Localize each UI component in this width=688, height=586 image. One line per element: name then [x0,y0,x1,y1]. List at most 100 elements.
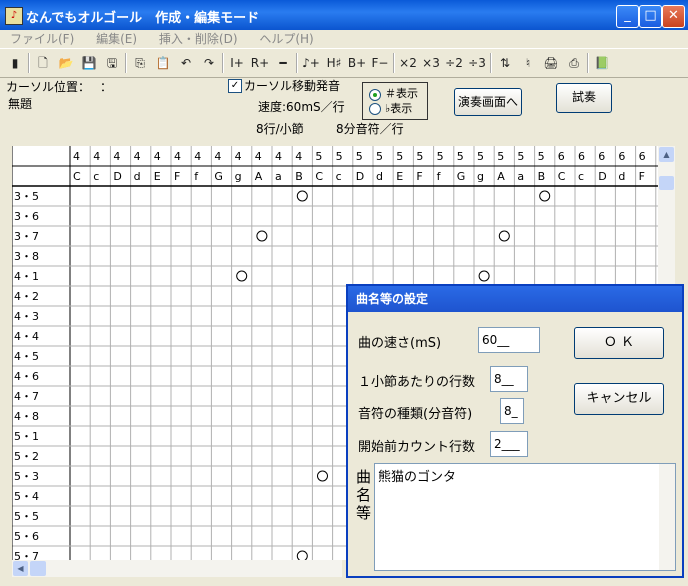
note-mark [256,230,268,242]
exit-icon[interactable]: ▮ [4,52,26,74]
ok-button[interactable]: Ｏ Ｋ [574,327,664,359]
row-label: 3・7 [14,230,39,243]
note-label: C [558,170,566,183]
menu-bar: ファイル(F) 編集(E) 挿入・削除(D) ヘルプ(H) [0,30,688,48]
pre-count-input[interactable]: 2___ [490,431,528,457]
speed-input[interactable]: 60__ [478,327,540,353]
undo-icon[interactable]: ↶ [175,52,197,74]
row-label: 4・1 [14,270,39,283]
note-label: c [578,170,584,183]
divide-3-icon[interactable]: ÷3 [466,52,488,74]
menu-insert-delete[interactable]: 挿入・削除(D) [159,30,238,48]
sharp-note-icon[interactable]: ♪+ [300,52,322,74]
flat-plus-icon[interactable]: B+ [346,52,368,74]
note-label: D [113,170,121,183]
flat-radio[interactable] [369,103,381,115]
scroll-thumb-horizontal[interactable] [30,561,46,576]
paste-icon[interactable]: 📋 [152,52,174,74]
save-icon[interactable]: 💾 [78,52,100,74]
note-label: A [497,170,505,183]
note-label: d [376,170,383,183]
insert-row-icon[interactable]: R+ [249,52,271,74]
music-box-icon[interactable]: ♪ [5,7,23,25]
row-label: 4・2 [14,290,39,303]
scroll-thumb[interactable] [659,176,674,190]
times-2-icon[interactable]: ×2 [397,52,419,74]
dialog-title: 曲名等の設定 [348,286,682,312]
print-preview-icon[interactable]: ⎙ [563,52,585,74]
menu-file[interactable]: ファイル(F) [10,30,74,48]
octave-label: 4 [295,150,302,163]
textarea-scrollbar[interactable] [659,464,675,570]
row-label: 3・6 [14,210,39,223]
note-mark [498,230,510,242]
book-icon[interactable]: 📗 [591,52,613,74]
octave-label: 4 [174,150,181,163]
row-label: 3・5 [14,190,39,203]
note-type-display: 8分音符／行 [336,122,404,136]
print-icon[interactable]: 🖨 [540,52,562,74]
row-label: 3・8 [14,250,39,263]
row-label: 5・5 [14,510,39,523]
note-label: F [639,170,645,183]
redo-icon[interactable]: ↷ [198,52,220,74]
sort-icon[interactable]: ⇅ [494,52,516,74]
delete-line-icon[interactable]: ━ [272,52,294,74]
window-title: なんでもオルゴール 作成・編集モード [26,11,260,26]
note-mark [296,190,308,202]
trial-play-button[interactable]: 試奏 [556,83,612,113]
octave-label: 5 [315,150,322,163]
row-label: 5・2 [14,450,39,463]
title-bar: ♪ なんでもオルゴール 作成・編集モード _ □ ✕ [0,0,688,30]
sharp-radio[interactable] [369,89,381,101]
menu-edit[interactable]: 編集(E) [96,30,137,48]
song-name-textarea[interactable]: 熊猫のゴンタ [374,463,676,571]
octave-label: 5 [477,150,484,163]
scroll-up-icon[interactable]: ▲ [659,147,674,162]
speed-display: 速度:60mS／行 [258,100,345,114]
row-label: 4・3 [14,310,39,323]
close-button[interactable]: ✕ [662,5,685,28]
row-label: 4・7 [14,390,39,403]
octave-label: 4 [194,150,201,163]
maximize-button[interactable]: □ [639,5,662,28]
octave-label: 5 [396,150,403,163]
scroll-left-icon[interactable]: ◀ [13,561,28,576]
toolbar-separator [587,53,589,73]
save-as-icon[interactable]: 🖫 [101,52,123,74]
flat-minus-icon[interactable]: F− [369,52,391,74]
copy-icon[interactable]: ⎘ [129,52,151,74]
horizontal-scrollbar[interactable]: ◀ [12,560,342,577]
insert-line-icon[interactable]: I+ [226,52,248,74]
tuning-icon[interactable]: ♮ [517,52,539,74]
song-name-label: 曲名等 [356,468,372,522]
toolbar-separator [222,53,224,73]
cancel-button[interactable]: キャンセル [574,383,664,415]
rows-per-bar-input[interactable]: 8__ [490,366,528,392]
octave-label: 5 [457,150,464,163]
octave-label: 4 [113,150,120,163]
octave-label: 4 [235,150,242,163]
sharp-icon[interactable]: H♯ [323,52,345,74]
note-label: B [538,170,546,183]
open-folder-icon[interactable]: 📂 [55,52,77,74]
note-label: B [295,170,303,183]
menu-help[interactable]: ヘルプ(H) [259,30,313,48]
note-label: D [598,170,606,183]
song-settings-dialog: 曲名等の設定 曲の速さ(mS) 60__ １小節あたりの行数 8__ 音符の種類… [346,284,684,578]
octave-label: 5 [538,150,545,163]
performance-screen-button[interactable]: 演奏画面へ [454,88,522,116]
divide-2-icon[interactable]: ÷2 [443,52,465,74]
row-label: 5・6 [14,530,39,543]
note-label: A [255,170,263,183]
note-type-input[interactable]: 8_ [500,398,524,424]
times-3-icon[interactable]: ×3 [420,52,442,74]
toolbar-separator [490,53,492,73]
new-file-icon[interactable]: 🗋 [32,52,54,74]
note-label: c [93,170,99,183]
cursor-sound-checkbox[interactable]: ✓ [228,79,242,93]
minimize-button[interactable]: _ [616,5,639,28]
octave-label: 6 [618,150,625,163]
song-title: 無題 [8,97,33,111]
row-label: 5・7 [14,550,39,560]
